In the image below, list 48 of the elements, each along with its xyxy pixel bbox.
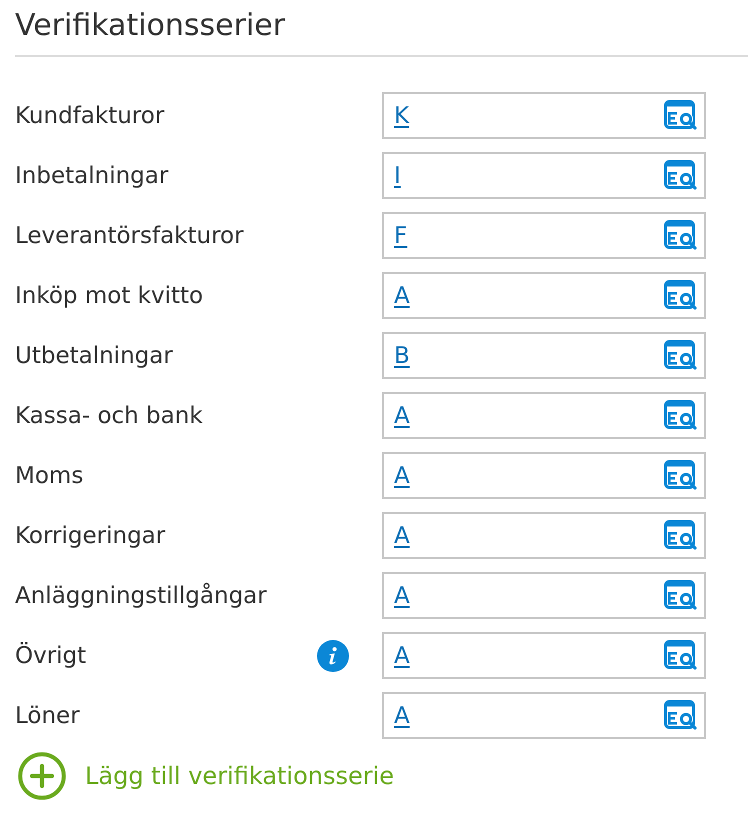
add-series-button[interactable]: Lägg till verifikationsserie — [15, 752, 394, 800]
document-search-icon[interactable] — [664, 640, 698, 671]
series-field[interactable]: A — [382, 572, 706, 619]
document-search-icon[interactable] — [664, 100, 698, 131]
series-field[interactable]: A — [382, 512, 706, 559]
series-link[interactable]: A — [394, 280, 410, 310]
series-link[interactable]: A — [394, 580, 410, 610]
series-link[interactable]: A — [394, 400, 410, 430]
series-link[interactable]: K — [394, 100, 410, 130]
field-label: Leverantörsfakturor — [15, 222, 244, 250]
field-label: Moms — [15, 462, 84, 490]
field-label: Inbetalningar — [15, 162, 168, 190]
field-label: Övrigt — [15, 641, 86, 670]
field-label: Kassa- och bank — [15, 402, 203, 430]
series-field[interactable]: I — [382, 152, 706, 199]
series-link[interactable]: B — [394, 340, 410, 370]
series-link[interactable]: A — [394, 460, 410, 490]
field-label: Anläggningstillgångar — [15, 582, 267, 610]
section-heading: Verifikationsserier — [15, 6, 748, 57]
field-label: Inköp mot kvitto — [15, 282, 204, 310]
document-search-icon[interactable] — [664, 580, 698, 611]
info-icon[interactable] — [317, 640, 349, 672]
document-search-icon[interactable] — [664, 520, 698, 551]
document-search-icon[interactable] — [664, 460, 698, 491]
series-link[interactable]: I — [394, 160, 401, 190]
document-search-icon[interactable] — [664, 700, 698, 731]
series-link[interactable]: F — [394, 220, 408, 250]
field-label: Korrigeringar — [15, 522, 166, 550]
series-link[interactable]: A — [394, 700, 410, 730]
field-label: Löner — [15, 702, 80, 730]
series-field[interactable]: A — [382, 632, 706, 679]
series-field[interactable]: A — [382, 692, 706, 739]
series-link[interactable]: A — [394, 640, 410, 670]
series-field[interactable]: A — [382, 272, 706, 319]
document-search-icon[interactable] — [664, 220, 698, 251]
document-search-icon[interactable] — [664, 340, 698, 371]
plus-circle-icon — [18, 752, 66, 800]
series-link[interactable]: A — [394, 520, 410, 550]
series-field[interactable]: A — [382, 392, 706, 439]
document-search-icon[interactable] — [664, 280, 698, 311]
series-field[interactable]: A — [382, 452, 706, 499]
series-field[interactable]: K — [382, 92, 706, 139]
series-field[interactable]: F — [382, 212, 706, 259]
field-label: Utbetalningar — [15, 342, 173, 370]
field-label: Kundfakturor — [15, 102, 164, 130]
document-search-icon[interactable] — [664, 400, 698, 431]
document-search-icon[interactable] — [664, 160, 698, 191]
series-field[interactable]: B — [382, 332, 706, 379]
